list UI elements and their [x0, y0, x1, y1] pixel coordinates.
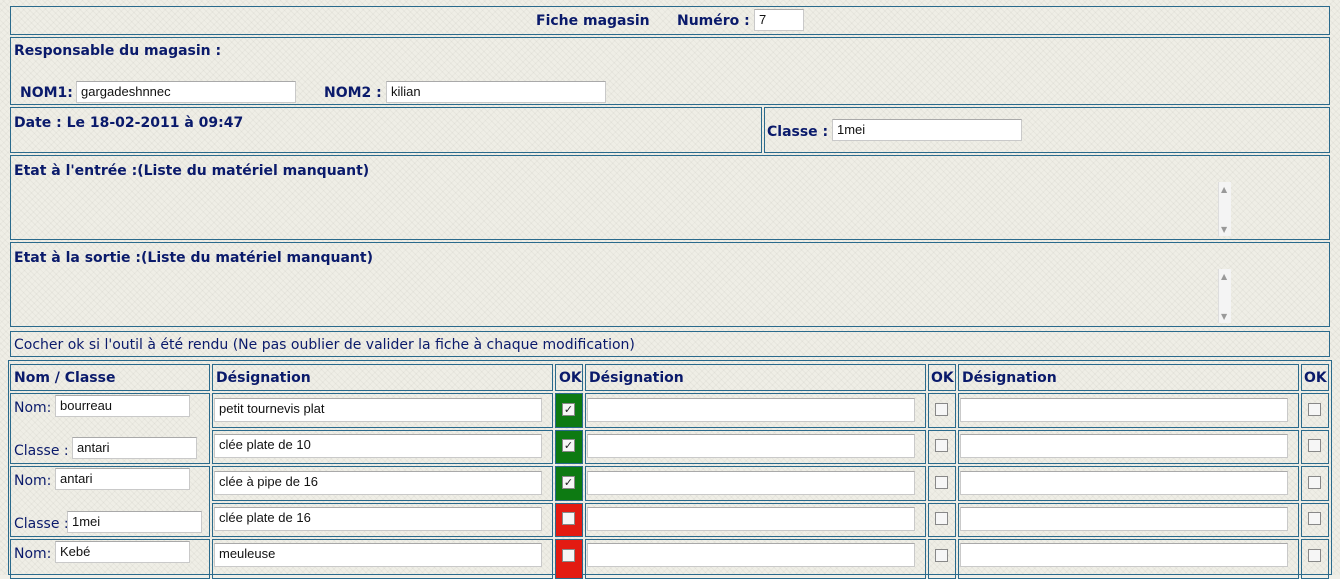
- etat-entree-scrollbar[interactable]: ▲ ▼: [1218, 182, 1231, 236]
- numero-field[interactable]: 7: [754, 9, 804, 31]
- ok-checkbox[interactable]: [1308, 549, 1321, 562]
- nom1-label: NOM1:: [20, 85, 73, 101]
- scroll-down-icon[interactable]: ▼: [1221, 313, 1227, 321]
- instruction-text: Cocher ok si l'outil à été rendu (Ne pas…: [14, 337, 635, 353]
- classe-field[interactable]: 1mei: [832, 119, 1022, 141]
- ok-checkbox[interactable]: [562, 549, 575, 562]
- student-nom-field[interactable]: bourreau: [55, 395, 190, 417]
- designation-field[interactable]: clée plate de 16: [214, 507, 542, 531]
- designation-field[interactable]: [587, 434, 915, 458]
- designation-field[interactable]: [587, 471, 915, 495]
- classe-label: Classe :: [14, 443, 69, 459]
- student-nom-field[interactable]: antari: [55, 468, 190, 490]
- header-ok: OK: [931, 370, 954, 386]
- etat-entree-label: Etat à l'entrée :(Liste du matériel manq…: [14, 163, 370, 179]
- nom1-field[interactable]: gargadeshnnec: [76, 81, 296, 103]
- ok-checkbox[interactable]: [1308, 512, 1321, 525]
- ok-checkbox[interactable]: [935, 549, 948, 562]
- ok-checkbox[interactable]: ✓: [562, 439, 575, 452]
- student-classe-field[interactable]: 1mei: [67, 511, 202, 533]
- scroll-up-icon[interactable]: ▲: [1221, 186, 1227, 194]
- designation-field[interactable]: [960, 398, 1288, 422]
- nom2-field[interactable]: kilian: [386, 81, 606, 103]
- nom2-label: NOM2 :: [324, 85, 382, 101]
- ok-checkbox[interactable]: [1308, 476, 1321, 489]
- ok-checkbox[interactable]: [935, 403, 948, 416]
- designation-field[interactable]: [587, 543, 915, 567]
- etat-sortie-scrollbar[interactable]: ▲ ▼: [1218, 269, 1231, 323]
- classe-label: Classe :: [14, 516, 69, 532]
- scroll-up-icon[interactable]: ▲: [1221, 273, 1227, 281]
- designation-field[interactable]: [960, 543, 1288, 567]
- header-ok: OK: [559, 370, 582, 386]
- designation-field[interactable]: [587, 398, 915, 422]
- student-nom-field[interactable]: Kebé: [55, 541, 190, 563]
- ok-checkbox[interactable]: [1308, 439, 1321, 452]
- ok-checkbox[interactable]: [935, 476, 948, 489]
- ok-checkbox[interactable]: ✓: [562, 476, 575, 489]
- etat-sortie-label: Etat à la sortie :(Liste du matériel man…: [14, 250, 373, 266]
- nom-label: Nom:: [14, 546, 52, 562]
- page-title: Fiche magasin: [536, 13, 650, 29]
- designation-field[interactable]: petit tournevis plat: [214, 398, 542, 422]
- header-row: [10, 6, 1330, 35]
- classe-label: Classe :: [767, 124, 829, 140]
- designation-field[interactable]: [960, 434, 1288, 458]
- ok-checkbox[interactable]: [935, 439, 948, 452]
- header-designation: Désignation: [216, 370, 311, 386]
- responsable-label: Responsable du magasin :: [14, 43, 222, 59]
- nom-label: Nom:: [14, 400, 52, 416]
- numero-label: Numéro :: [677, 13, 750, 29]
- student-classe-field[interactable]: antari: [72, 437, 197, 459]
- ok-checkbox[interactable]: ✓: [562, 403, 575, 416]
- header-nom-classe: Nom / Classe: [14, 370, 116, 386]
- ok-checkbox[interactable]: [562, 512, 575, 525]
- designation-field[interactable]: [587, 507, 915, 531]
- designation-field[interactable]: meuleuse: [214, 543, 542, 567]
- date-text: Date : Le 18-02-2011 à 09:47: [14, 115, 244, 131]
- designation-field[interactable]: clée plate de 10: [214, 434, 542, 458]
- header-designation: Désignation: [962, 370, 1057, 386]
- ok-checkbox[interactable]: [1308, 403, 1321, 416]
- scroll-down-icon[interactable]: ▼: [1221, 226, 1227, 234]
- ok-checkbox[interactable]: [935, 512, 948, 525]
- nom-label: Nom:: [14, 473, 52, 489]
- header-designation: Désignation: [589, 370, 684, 386]
- designation-field[interactable]: [960, 507, 1288, 531]
- designation-field[interactable]: [960, 471, 1288, 495]
- designation-field[interactable]: clée à pipe de 16: [214, 471, 542, 495]
- header-ok: OK: [1304, 370, 1327, 386]
